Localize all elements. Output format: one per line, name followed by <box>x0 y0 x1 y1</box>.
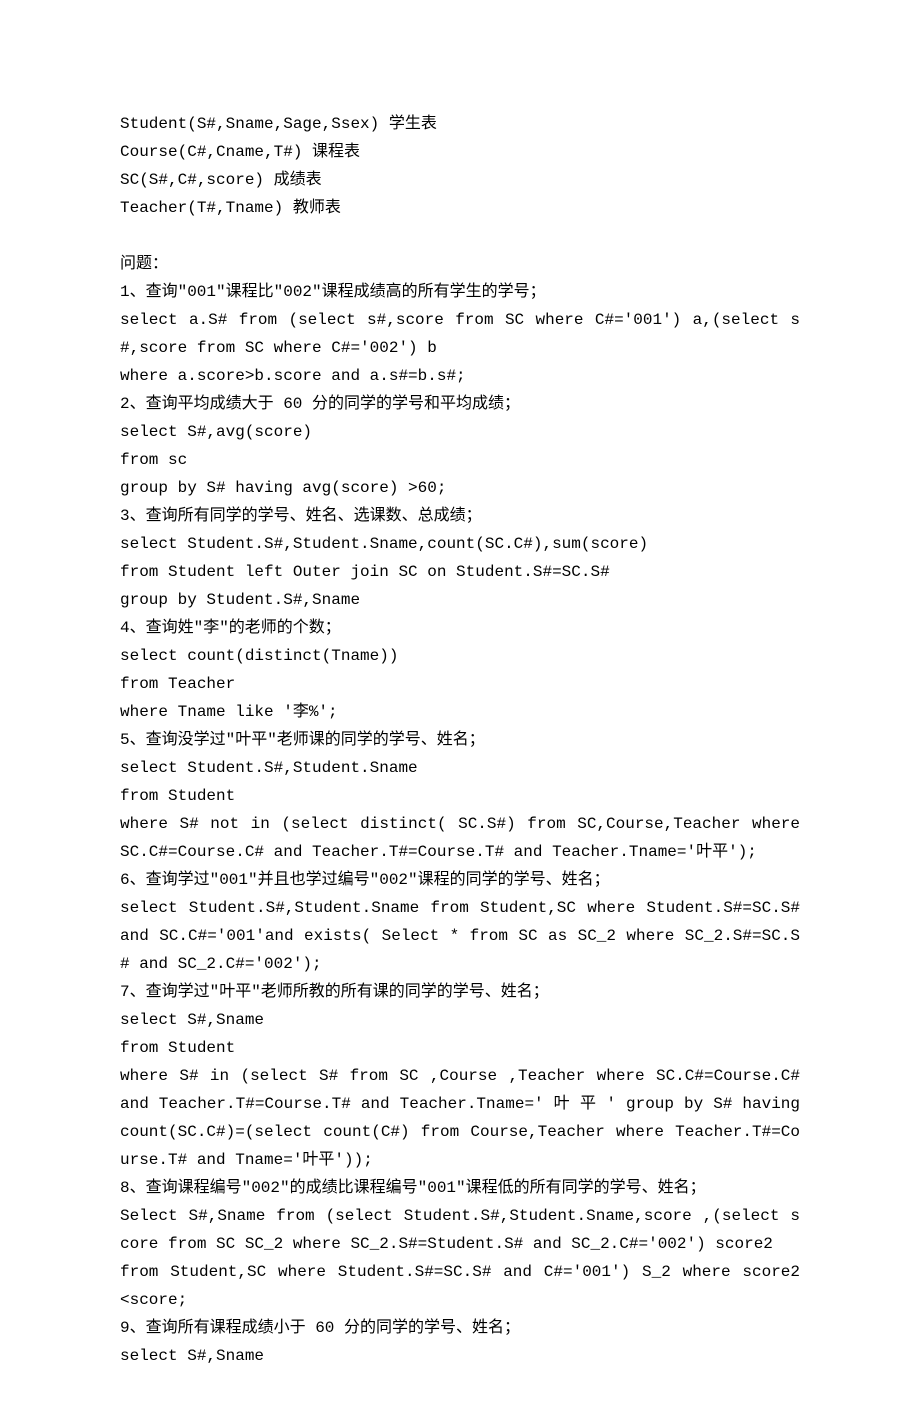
q7-sql: select S#,Sname <box>120 1006 800 1034</box>
q1-sql: where a.score>b.score and a.s#=b.s#; <box>120 362 800 390</box>
q4-sql: from Teacher <box>120 670 800 698</box>
q4-sql: where Tname like '李%'; <box>120 698 800 726</box>
q1-sql: select a.S# from (select s#,score from S… <box>120 306 800 362</box>
q2-title: 2、查询平均成绩大于 60 分的同学的学号和平均成绩； <box>120 390 800 418</box>
q5-sql: where S# not in (select distinct( SC.S#)… <box>120 810 800 866</box>
q2-sql: select S#,avg(score) <box>120 418 800 446</box>
q3-sql: group by Student.S#,Sname <box>120 586 800 614</box>
q9-title: 9、查询所有课程成绩小于 60 分的同学的学号、姓名； <box>120 1314 800 1342</box>
q1-title: 1、查询"001"课程比"002"课程成绩高的所有学生的学号； <box>120 278 800 306</box>
q3-sql: from Student left Outer join SC on Stude… <box>120 558 800 586</box>
q7-title: 7、查询学过"叶平"老师所教的所有课的同学的学号、姓名； <box>120 978 800 1006</box>
schema-student: Student(S#,Sname,Sage,Ssex) 学生表 <box>120 110 800 138</box>
q8-sql: Select S#,Sname from (select Student.S#,… <box>120 1202 800 1258</box>
schema-sc: SC(S#,C#,score) 成绩表 <box>120 166 800 194</box>
q2-sql: group by S# having avg(score) >60; <box>120 474 800 502</box>
q4-title: 4、查询姓"李"的老师的个数； <box>120 614 800 642</box>
q6-title: 6、查询学过"001"并且也学过编号"002"课程的同学的学号、姓名； <box>120 866 800 894</box>
q7-sql: where S# in (select S# from SC ,Course ,… <box>120 1062 800 1174</box>
q8-title: 8、查询课程编号"002"的成绩比课程编号"001"课程低的所有同学的学号、姓名… <box>120 1174 800 1202</box>
document-page: Student(S#,Sname,Sage,Ssex) 学生表 Course(C… <box>0 0 920 1420</box>
questions-heading: 问题： <box>120 250 800 278</box>
q6-sql: select Student.S#,Student.Sname from Stu… <box>120 894 800 978</box>
q5-sql: from Student <box>120 782 800 810</box>
q5-title: 5、查询没学过"叶平"老师课的同学的学号、姓名； <box>120 726 800 754</box>
q8-sql: from Student,SC where Student.S#=SC.S# a… <box>120 1258 800 1314</box>
q3-sql: select Student.S#,Student.Sname,count(SC… <box>120 530 800 558</box>
q5-sql: select Student.S#,Student.Sname <box>120 754 800 782</box>
q7-sql: from Student <box>120 1034 800 1062</box>
q4-sql: select count(distinct(Tname)) <box>120 642 800 670</box>
schema-teacher: Teacher(T#,Tname) 教师表 <box>120 194 800 222</box>
q9-sql: select S#,Sname <box>120 1342 800 1370</box>
q2-sql: from sc <box>120 446 800 474</box>
q3-title: 3、查询所有同学的学号、姓名、选课数、总成绩； <box>120 502 800 530</box>
schema-course: Course(C#,Cname,T#) 课程表 <box>120 138 800 166</box>
blank-line <box>120 222 800 250</box>
